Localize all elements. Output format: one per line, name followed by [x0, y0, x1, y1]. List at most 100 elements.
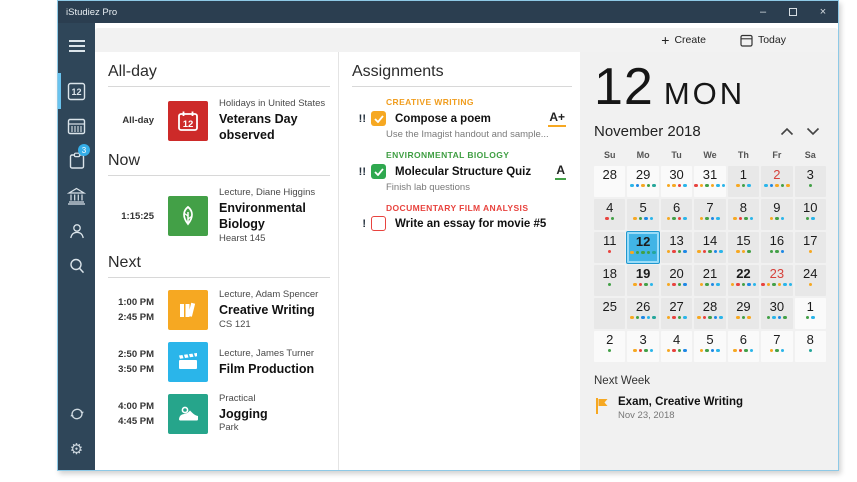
sidebar-item-calendar[interactable] [58, 112, 95, 140]
grade-badge: A+ [548, 110, 566, 127]
day-view-icon: 12 [67, 82, 86, 101]
calendar-icon [67, 117, 86, 136]
calendar-day[interactable]: 8 [728, 199, 759, 230]
calendar-day[interactable]: 16 [761, 232, 792, 263]
month-nav: November 2018 [594, 123, 826, 140]
next-week-item-date: Nov 23, 2018 [618, 410, 743, 421]
create-button[interactable]: + Create [661, 33, 706, 47]
sidebar-item-day-view[interactable]: 12 [58, 77, 95, 105]
calendar-day[interactable]: 31 [694, 166, 725, 197]
assignment-item[interactable]: DOCUMENTARY FILM ANALYSIS!Write an essay… [352, 203, 572, 231]
calendar-day[interactable]: 1 [728, 166, 759, 197]
schedule-event-row[interactable]: 2:50 PM3:50 PMLecture, James TurnerFilm … [108, 342, 330, 382]
calendar-day[interactable]: 10 [795, 199, 826, 230]
chevron-down-icon [806, 127, 820, 136]
calendar-day[interactable]: 21 [694, 265, 725, 296]
calendar-day[interactable]: 17 [795, 232, 826, 263]
calendar-day[interactable]: 5 [627, 199, 658, 230]
next-week-item-title: Exam, Creative Writing [618, 396, 743, 408]
calendar-day[interactable]: 20 [661, 265, 692, 296]
calendar-day[interactable]: 29 [627, 166, 658, 197]
event-dots [700, 217, 720, 221]
sidebar-item-instructors[interactable] [58, 217, 95, 245]
event-dots [630, 251, 656, 255]
calendar-day[interactable]: 6 [661, 199, 692, 230]
calendar-day[interactable]: 23 [761, 265, 792, 296]
today-button[interactable]: Today [740, 34, 786, 47]
day-number: 26 [636, 299, 650, 315]
schedule-event-row[interactable]: All-day12Holidays in United StatesVetera… [108, 98, 330, 143]
event-title: Jogging [219, 406, 268, 422]
calendar-day[interactable]: 3 [627, 331, 658, 362]
checkbox-checked[interactable] [371, 111, 386, 126]
day-number: 13 [669, 233, 683, 249]
big-date-number: 12 [594, 60, 654, 115]
day-number: 7 [706, 200, 713, 216]
calendar-day[interactable]: 15 [728, 232, 759, 263]
schedule-event-row[interactable]: 1:15:25Lecture, Diane HigginsEnvironment… [108, 187, 330, 245]
assignment-item[interactable]: CREATIVE WRITING!!Compose a poemA+Use th… [352, 97, 572, 140]
calendar-day[interactable]: 25 [594, 298, 625, 329]
settings-button[interactable]: ⚙ [58, 435, 95, 463]
assignment-title: Compose a poem [395, 113, 548, 125]
calendar-day[interactable]: 4 [594, 199, 625, 230]
maximize-button[interactable] [778, 1, 808, 23]
event-time: 2:45 PM [108, 310, 154, 325]
event-title: Veterans Day observed [219, 111, 330, 144]
minimize-button[interactable]: – [748, 1, 778, 23]
calendar-day[interactable]: 30 [761, 298, 792, 329]
event-subtitle: Lecture, Adam Spencer [219, 289, 318, 302]
checkbox-unchecked[interactable] [371, 216, 386, 231]
menu-button[interactable] [58, 32, 95, 60]
calendar-day[interactable]: 29 [728, 298, 759, 329]
assignments-column: Assignments CREATIVE WRITING!!Compose a … [338, 52, 580, 470]
sync-button[interactable] [58, 400, 95, 428]
calendar-day[interactable]: 1 [795, 298, 826, 329]
calendar-day[interactable]: 30 [661, 166, 692, 197]
calendar-day[interactable]: 3 [795, 166, 826, 197]
close-button[interactable]: × [808, 1, 838, 23]
event-dots [700, 349, 720, 353]
prev-month-button[interactable] [774, 127, 800, 136]
sidebar-item-search[interactable] [58, 252, 95, 280]
grade-badge: A [555, 163, 566, 180]
calendar-day[interactable]: 9 [761, 199, 792, 230]
next-week-item[interactable]: Exam, Creative Writing Nov 23, 2018 [594, 396, 826, 421]
toolbar: + Create Today [95, 28, 838, 52]
calendar-day[interactable]: 2 [761, 166, 792, 197]
month-label: November 2018 [594, 123, 774, 140]
big-date: 12 MON [594, 60, 826, 115]
calendar-day[interactable]: 6 [728, 331, 759, 362]
calendar-day[interactable]: 22 [728, 265, 759, 296]
calendar-day[interactable]: 7 [694, 199, 725, 230]
calendar-day[interactable]: 19 [627, 265, 658, 296]
checkbox-checked[interactable] [371, 164, 386, 179]
calendar-day[interactable]: 11 [594, 232, 625, 263]
calendar-day[interactable]: 14 [694, 232, 725, 263]
calendar-day[interactable]: 28 [594, 166, 625, 197]
sidebar-item-assignments[interactable]: 3 [58, 147, 95, 175]
event-time: All-day [108, 113, 154, 128]
assignment-item[interactable]: ENVIRONMENTAL BIOLOGY!!Molecular Structu… [352, 150, 572, 193]
clapper-icon [168, 342, 208, 382]
calendar-day[interactable]: 26 [627, 298, 658, 329]
next-month-button[interactable] [800, 127, 826, 136]
day-number: 28 [703, 299, 717, 315]
calendar-day-selected[interactable]: 12 [627, 232, 658, 263]
schedule-event-row[interactable]: 4:00 PM4:45 PMPracticalJoggingPark [108, 393, 330, 435]
calendar-day[interactable]: 13 [661, 232, 692, 263]
calendar-day[interactable]: 27 [661, 298, 692, 329]
calendar-day[interactable]: 8 [795, 331, 826, 362]
day-number: 8 [807, 332, 814, 348]
calendar-day[interactable]: 4 [661, 331, 692, 362]
calendar-panel: 12 MON November 2018 [580, 52, 838, 470]
schedule-event-row[interactable]: 1:00 PM2:45 PMLecture, Adam SpencerCreat… [108, 289, 330, 331]
calendar-day[interactable]: 28 [694, 298, 725, 329]
day-number: 1 [807, 299, 814, 315]
calendar-day[interactable]: 24 [795, 265, 826, 296]
calendar-day[interactable]: 2 [594, 331, 625, 362]
calendar-day[interactable]: 7 [761, 331, 792, 362]
calendar-day[interactable]: 5 [694, 331, 725, 362]
calendar-day[interactable]: 18 [594, 265, 625, 296]
sidebar-item-courses[interactable] [58, 182, 95, 210]
